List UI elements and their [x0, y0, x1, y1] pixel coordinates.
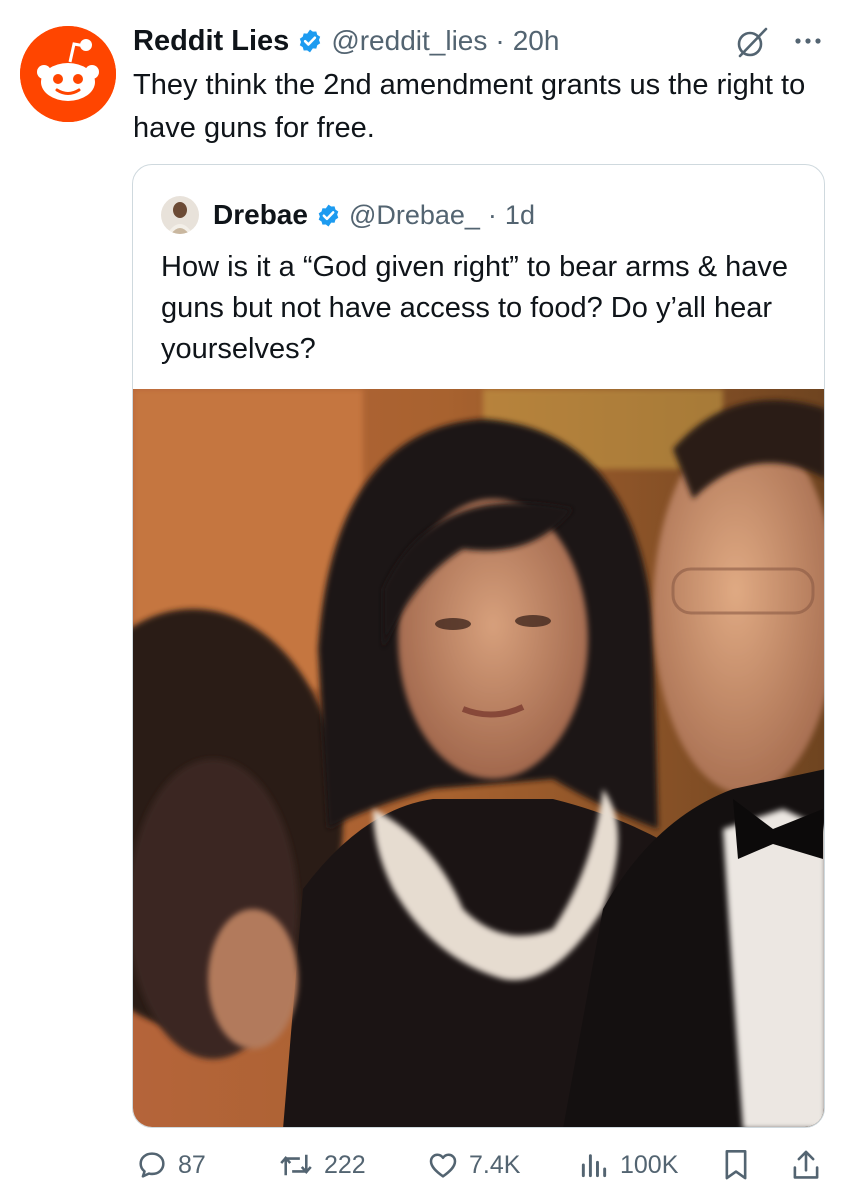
share-icon [793, 1150, 819, 1179]
views-button[interactable]: 100K [578, 1146, 678, 1184]
reply-icon [139, 1152, 165, 1178]
quoted-timestamp[interactable]: 1d [505, 200, 535, 231]
tweet-text: They think the 2nd amendment grants us t… [133, 69, 806, 144]
heart-icon [429, 1153, 457, 1178]
like-count: 7.4K [469, 1150, 521, 1179]
tweet-header: Reddit Lies @reddit_lies · 20h [133, 20, 559, 62]
reddit-alien-icon [20, 26, 116, 122]
timestamp[interactable]: 20h [513, 25, 560, 57]
bookmark-button[interactable] [720, 1146, 752, 1184]
bookmark-icon [725, 1149, 747, 1180]
separator-dot: · [495, 25, 505, 56]
author-avatar[interactable] [20, 26, 116, 122]
author-handle[interactable]: @reddit_lies [331, 25, 487, 57]
separator-dot: · [487, 199, 497, 230]
reply-count: 87 [178, 1150, 206, 1179]
quoted-author-handle[interactable]: @Drebae_ [349, 200, 480, 231]
views-chart-icon [581, 1154, 607, 1178]
quoted-tweet-header: Drebae @Drebae_ · 1d [161, 195, 535, 235]
grok-icon[interactable] [734, 24, 770, 60]
share-button[interactable] [790, 1146, 822, 1184]
repost-button[interactable]: 222 [278, 1146, 366, 1184]
quoted-tweet-card[interactable]: Drebae @Drebae_ · 1d How is it a “God gi… [132, 164, 825, 1128]
reply-button[interactable]: 87 [136, 1146, 206, 1184]
quoted-author-avatar[interactable] [161, 196, 199, 234]
quoted-tweet-text: How is it a “God given right” to bear ar… [161, 251, 788, 365]
like-button[interactable]: 7.4K [427, 1146, 520, 1184]
verified-badge-icon[interactable] [316, 203, 341, 228]
repost-icon [280, 1154, 312, 1176]
quoted-author-name[interactable]: Drebae [213, 199, 308, 231]
verified-badge-icon[interactable] [297, 28, 323, 54]
view-count: 100K [620, 1150, 679, 1179]
quoted-tweet-photo[interactable] [133, 389, 824, 1127]
repost-count: 222 [324, 1150, 366, 1179]
author-name[interactable]: Reddit Lies [133, 25, 289, 58]
more-options-icon[interactable] [790, 26, 826, 56]
